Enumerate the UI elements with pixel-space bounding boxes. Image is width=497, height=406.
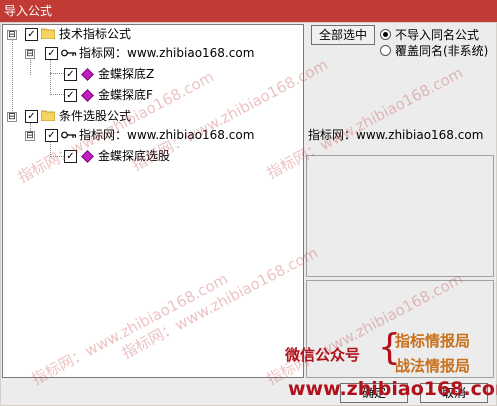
- collapse-icon[interactable]: ⊟: [7, 112, 17, 122]
- radio-skip-duplicate[interactable]: [380, 29, 391, 40]
- group-checkbox[interactable]: ✓: [25, 28, 38, 41]
- tree-connector: [50, 59, 51, 95]
- formula-checkbox[interactable]: ✓: [64, 150, 77, 163]
- site-checkbox[interactable]: ✓: [45, 129, 58, 142]
- formula-icon: [81, 150, 94, 163]
- wechat-account: 战法情报局: [395, 357, 471, 375]
- select-all-button[interactable]: 全部选中: [311, 25, 375, 45]
- key-icon: [61, 49, 77, 57]
- site-label: 指标网：www.zhibiao168.com: [79, 128, 255, 142]
- collapse-icon[interactable]: ⊟: [25, 49, 35, 59]
- formula-source-info: 指标网：www.zhibiao168.com: [308, 128, 484, 142]
- tree-connector: [50, 94, 64, 95]
- group-label: 技术指标公式: [59, 27, 132, 41]
- formula-icon: [81, 89, 94, 102]
- group-checkbox[interactable]: ✓: [25, 110, 38, 123]
- description-box: [306, 155, 494, 277]
- group-label: 条件选股公式: [59, 109, 132, 123]
- formula-label: 金蝶探底Z: [98, 67, 155, 81]
- promo-url: www.zhibiao168.com: [288, 378, 497, 400]
- site-label: 指标网：www.zhibiao168.com: [79, 46, 255, 60]
- formula-tree[interactable]: ⊟ ✓ 技术指标公式 ⊟ ✓ 指标网：www.zhibiao168.com ✓ …: [2, 24, 304, 378]
- tree-connector: [12, 39, 13, 117]
- tree-connector: [50, 141, 51, 157]
- collapse-icon[interactable]: ⊟: [7, 30, 17, 40]
- window-titlebar: 导入公式: [0, 0, 497, 22]
- formula-label: 金蝶探底F: [98, 88, 153, 102]
- key-icon: [61, 131, 77, 139]
- formula-checkbox[interactable]: ✓: [64, 89, 77, 102]
- collapse-icon[interactable]: ⊟: [25, 131, 35, 141]
- radio-overwrite-duplicate[interactable]: [380, 45, 391, 56]
- formula-label: 金蝶探底选股: [98, 149, 171, 163]
- radio-skip-duplicate-label: 不导入同名公式: [395, 28, 480, 42]
- window-title: 导入公式: [4, 4, 53, 18]
- tree-connector: [50, 156, 64, 157]
- tree-connector: [50, 73, 64, 74]
- folder-icon: [41, 28, 55, 39]
- radio-overwrite-duplicate-label: 覆盖同名(非系统): [395, 44, 489, 58]
- formula-checkbox[interactable]: ✓: [64, 68, 77, 81]
- wechat-account: 指标情报局: [395, 332, 471, 350]
- formula-icon: [81, 68, 94, 81]
- wechat-label: 微信公众号: [285, 346, 361, 364]
- folder-icon: [41, 110, 55, 121]
- site-checkbox[interactable]: ✓: [45, 47, 58, 60]
